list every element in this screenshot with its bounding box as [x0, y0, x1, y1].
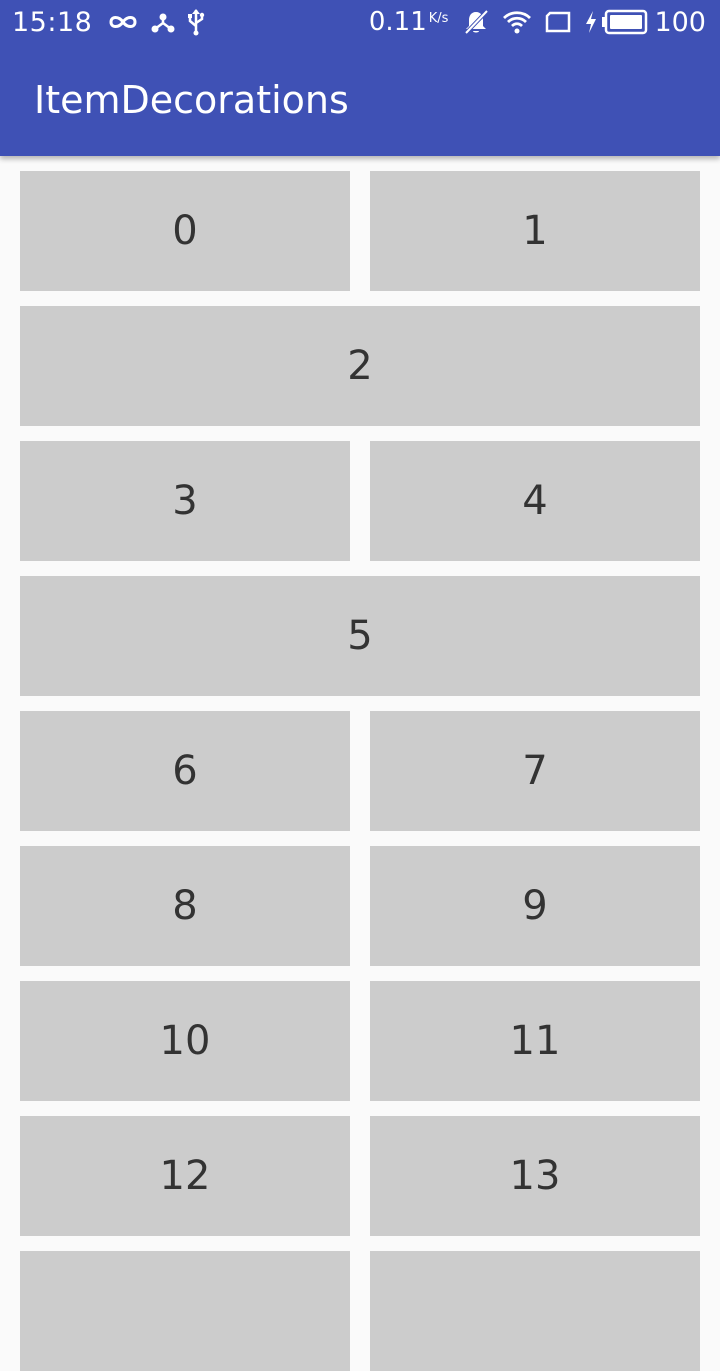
grid-item[interactable]: 7	[370, 711, 700, 831]
muted-bell-icon	[462, 8, 490, 36]
grid-item[interactable]: 0	[20, 171, 350, 291]
status-bar-right: 0.11 K/s 100	[369, 4, 706, 40]
grid-item[interactable]: 8	[20, 846, 350, 966]
status-bar-left: 15:18	[12, 4, 206, 40]
grid-item[interactable]: 1	[370, 171, 700, 291]
grid-item[interactable]: 3	[20, 441, 350, 561]
app-header: 15:18 0.11 K/s 100 ItemDecorations	[0, 0, 720, 156]
usb-icon	[186, 8, 206, 36]
grid-item[interactable]: 12	[20, 1116, 350, 1236]
network-speed-unit: K/s	[428, 10, 449, 26]
status-time: 15:18	[12, 6, 93, 38]
grid-item[interactable]: 13	[370, 1116, 700, 1236]
grid-item[interactable]: 10	[20, 981, 350, 1101]
charging-icon	[584, 10, 598, 34]
grid-item[interactable]: 11	[370, 981, 700, 1101]
page-title: ItemDecorations	[34, 78, 349, 122]
network-share-icon	[150, 9, 176, 35]
sim-icon	[544, 10, 572, 34]
status-bar: 15:18 0.11 K/s 100	[0, 0, 720, 44]
wifi-icon	[502, 9, 532, 35]
battery-level: 100	[654, 6, 706, 38]
grid-item[interactable]: 6	[20, 711, 350, 831]
battery-icon	[602, 9, 648, 35]
grid-item[interactable]	[20, 1251, 350, 1371]
network-speed: 0.11	[368, 7, 427, 37]
grid-item[interactable]: 2	[20, 306, 700, 426]
grid-item[interactable]	[370, 1251, 700, 1371]
grid-item[interactable]: 9	[370, 846, 700, 966]
item-grid: 0 1 2 3 4 5 6 7 8 9 10 11 12 13	[20, 171, 700, 1371]
infinity-icon	[106, 12, 140, 32]
grid-item[interactable]: 5	[20, 576, 700, 696]
grid-item[interactable]: 4	[370, 441, 700, 561]
